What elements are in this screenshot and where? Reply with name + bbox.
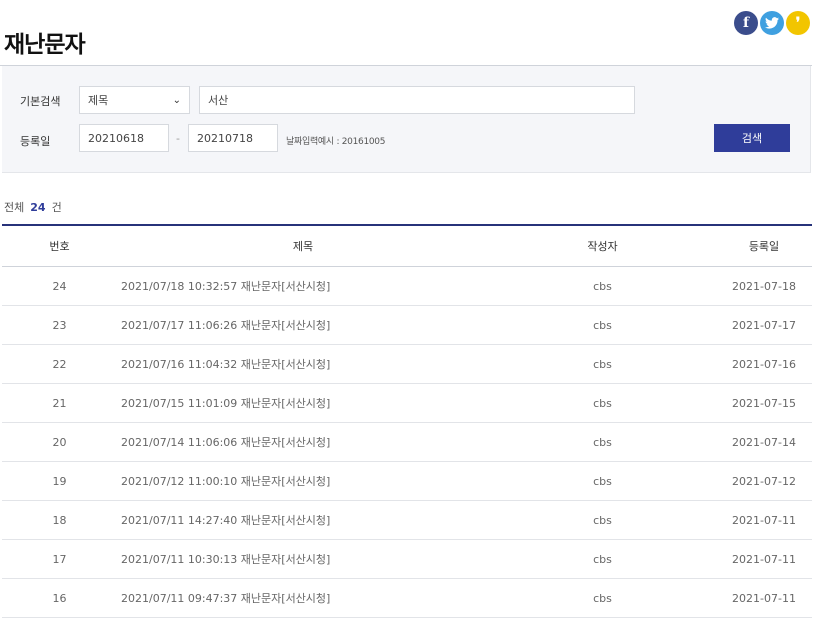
facebook-glyph: f (742, 15, 750, 31)
date-to-input[interactable]: 20210718 (188, 124, 278, 152)
row-no: 17 (52, 552, 67, 566)
row-no: 24 (52, 279, 67, 293)
row-writer: cbs (593, 318, 612, 332)
table-row: 18 2021/07/11 14:27:40 재난문자[서산시청] cbs 20… (2, 501, 812, 540)
row-no: 19 (52, 474, 67, 488)
row-date: 2021-07-16 (732, 357, 796, 371)
table-row: 20 2021/07/14 11:06:06 재난문자[서산시청] cbs 20… (2, 423, 812, 462)
row-title-link[interactable]: 2021/07/11 14:27:40 재난문자[서산시청] (117, 512, 489, 528)
date-label: 등록일 (20, 135, 51, 148)
row-no: 23 (52, 318, 67, 332)
row-no: 22 (52, 357, 67, 371)
post-table: 번호 제목 작성자 등록일 24 2021/07/18 10:32:57 재난문… (2, 224, 812, 618)
page-title: 재난문자 (4, 32, 86, 59)
row-title-link[interactable]: 2021/07/12 11:00:10 재난문자[서산시청] (117, 473, 489, 489)
search-field-selected: 제목 (88, 94, 109, 107)
result-count: 전체 24 건 (4, 199, 62, 215)
chevron-down-icon: ⌄ (172, 94, 181, 106)
keyword-value: 서산 (208, 94, 229, 107)
basic-search-label: 기본검색 (20, 95, 61, 108)
table-row: 24 2021/07/18 10:32:57 재난문자[서산시청] cbs 20… (2, 267, 812, 306)
header-writer: 작성자 (587, 240, 618, 253)
row-no: 21 (52, 396, 67, 410)
twitter-icon[interactable] (760, 11, 784, 35)
row-writer: cbs (593, 513, 612, 527)
row-date: 2021-07-11 (732, 552, 796, 566)
date-format-hint: 날짜입력예시 : 20161005 (286, 137, 386, 147)
social-share-bar: f ❜ (734, 11, 810, 35)
count-suffix: 건 (51, 201, 62, 214)
row-writer: cbs (593, 279, 612, 293)
table-header: 번호 제목 작성자 등록일 (2, 224, 812, 267)
keyword-input[interactable]: 서산 (199, 86, 635, 114)
row-date: 2021-07-11 (732, 513, 796, 527)
table-row: 19 2021/07/12 11:00:10 재난문자[서산시청] cbs 20… (2, 462, 812, 501)
table-row: 16 2021/07/11 09:47:37 재난문자[서산시청] cbs 20… (2, 579, 812, 618)
search-button[interactable]: 검색 (714, 124, 790, 152)
table-row: 17 2021/07/11 10:30:13 재난문자[서산시청] cbs 20… (2, 540, 812, 579)
row-date: 2021-07-12 (732, 474, 796, 488)
count-prefix: 전체 (4, 201, 25, 214)
facebook-icon[interactable]: f (734, 11, 758, 35)
row-title-link[interactable]: 2021/07/16 11:04:32 재난문자[서산시청] (117, 356, 489, 372)
row-date: 2021-07-11 (732, 591, 796, 605)
date-separator: - (176, 132, 180, 145)
row-writer: cbs (593, 396, 612, 410)
table-row: 21 2021/07/15 11:01:09 재난문자[서산시청] cbs 20… (2, 384, 812, 423)
kakaostory-glyph: ❜ (795, 15, 801, 31)
header-date: 등록일 (748, 240, 780, 253)
row-no: 18 (52, 513, 67, 527)
date-from-value: 20210618 (88, 131, 144, 145)
search-field-select[interactable]: 제목 ⌄ (79, 86, 190, 114)
count-number: 24 (30, 201, 46, 214)
row-date: 2021-07-15 (732, 396, 796, 410)
header-title: 제목 (292, 240, 314, 253)
row-date: 2021-07-18 (732, 279, 796, 293)
row-no: 16 (52, 591, 67, 605)
row-title-link[interactable]: 2021/07/11 10:30:13 재난문자[서산시청] (117, 551, 489, 567)
row-writer: cbs (593, 474, 612, 488)
row-title-link[interactable]: 2021/07/14 11:06:06 재난문자[서산시청] (117, 434, 489, 450)
twitter-bird-icon (765, 17, 779, 29)
kakaostory-icon[interactable]: ❜ (786, 11, 810, 35)
table-row: 22 2021/07/16 11:04:32 재난문자[서산시청] cbs 20… (2, 345, 812, 384)
row-no: 20 (52, 435, 67, 449)
date-from-input[interactable]: 20210618 (79, 124, 169, 152)
row-writer: cbs (593, 357, 612, 371)
row-date: 2021-07-17 (732, 318, 796, 332)
table-row: 23 2021/07/17 11:06:26 재난문자[서산시청] cbs 20… (2, 306, 812, 345)
row-writer: cbs (593, 552, 612, 566)
row-date: 2021-07-14 (732, 435, 796, 449)
row-title-link[interactable]: 2021/07/18 10:32:57 재난문자[서산시청] (117, 278, 489, 294)
header-no: 번호 (49, 240, 70, 253)
row-writer: cbs (593, 435, 612, 449)
row-title-link[interactable]: 2021/07/15 11:01:09 재난문자[서산시청] (117, 395, 489, 411)
date-to-value: 20210718 (197, 131, 253, 145)
search-panel: 기본검색 제목 ⌄ 서산 등록일 20210618 - 20210718 날짜입… (2, 66, 811, 173)
row-title-link[interactable]: 2021/07/11 09:47:37 재난문자[서산시청] (117, 590, 489, 606)
row-title-link[interactable]: 2021/07/17 11:06:26 재난문자[서산시청] (117, 317, 489, 333)
row-writer: cbs (593, 591, 612, 605)
